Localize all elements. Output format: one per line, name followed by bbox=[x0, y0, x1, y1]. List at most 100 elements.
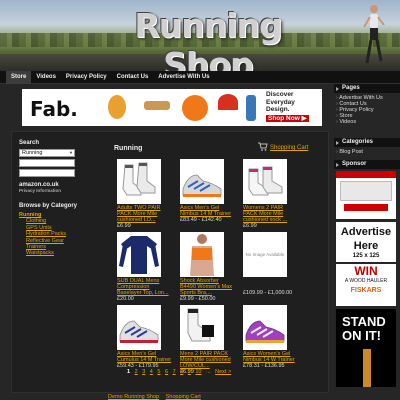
categories-heading-label: Categories bbox=[342, 139, 374, 145]
product-image[interactable] bbox=[180, 305, 224, 350]
product-card[interactable]: Shock Absorber B4490 Women's Max Sports … bbox=[180, 232, 236, 302]
page-link[interactable]: 9 bbox=[188, 369, 191, 375]
left-sidebar: Search Running amazon.co.uk Privacy Info… bbox=[19, 140, 99, 257]
product-card[interactable]: Asics Men's Gel Cumulus 14 M Trainer £59… bbox=[117, 305, 173, 369]
product-name[interactable]: Asics Women's Gel Nimbus 14 W Trainer bbox=[243, 351, 299, 363]
page-link[interactable]: 2 bbox=[135, 369, 138, 375]
page-link[interactable]: 1 bbox=[127, 369, 130, 375]
right-sidebar: Pages Advertise With Us Contact Us Priva… bbox=[334, 84, 400, 387]
sponsor-ad-1-screenshot bbox=[340, 181, 392, 201]
banner-brand-logo: Fab. bbox=[30, 97, 78, 121]
category-link-blog-post[interactable]: Blog Post bbox=[336, 149, 400, 155]
fiskars-sub-text: A WOOD HAULER bbox=[344, 278, 388, 284]
pages-widget-heading: Pages bbox=[334, 84, 400, 93]
search-input[interactable] bbox=[19, 159, 75, 167]
product-name[interactable]: Shock Absorber B4490 Women's Max Sports … bbox=[180, 278, 236, 296]
product-card[interactable]: Adults TWO PAIR PACK More Mile cushioned… bbox=[117, 159, 173, 229]
product-name[interactable]: Asics Men's Gel Cumulus 14 M Trainer bbox=[117, 351, 173, 363]
product-image[interactable] bbox=[117, 232, 161, 277]
page-link[interactable]: 10 bbox=[195, 369, 201, 375]
browse-heading: Browse by Category bbox=[19, 203, 78, 209]
product-image[interactable] bbox=[243, 305, 287, 350]
nav-videos[interactable]: Videos bbox=[31, 71, 61, 84]
product-name[interactable] bbox=[243, 278, 299, 290]
fiskars-logo: FISKARS bbox=[350, 287, 382, 294]
product-price: £109.99 - £1,000.00 bbox=[243, 290, 293, 296]
page-link[interactable]: 3 bbox=[142, 369, 145, 375]
shopping-cart-icon[interactable] bbox=[258, 142, 268, 151]
product-card[interactable]: SUB DUAL Mens Compression Baselayer Top,… bbox=[117, 232, 173, 302]
product-price: £9.99 - £50.00 bbox=[180, 296, 216, 302]
sponsor-ad-1[interactable] bbox=[336, 171, 396, 219]
product-name[interactable]: SUB DUAL Mens Compression Baselayer Top,… bbox=[117, 278, 173, 296]
nav-privacy-policy[interactable]: Privacy Policy bbox=[61, 71, 112, 84]
footer-home-link[interactable]: Demo Running Shop bbox=[108, 394, 159, 400]
page-link[interactable]: 8 bbox=[180, 369, 183, 375]
amazon-logo: amazon.co.uk Privacy Information bbox=[19, 182, 99, 194]
search-submit-field[interactable] bbox=[19, 169, 75, 177]
stand-on-it-ad[interactable]: STAND ON IT! bbox=[336, 309, 396, 387]
page-link[interactable]: 7 bbox=[173, 369, 176, 375]
product-card[interactable]: No Image Available £109.99 - £1,000.00 bbox=[243, 232, 299, 296]
product-card[interactable]: Womens 2 PAIR PACK More Mile cushioned s… bbox=[243, 159, 299, 229]
product-card[interactable]: Asics Women's Gel Nimbus 14 W Trainer £7… bbox=[243, 305, 299, 369]
fiskars-ad[interactable]: WIN A WOOD HAULER FISKARS bbox=[336, 264, 396, 306]
sponsor-heading-label: Sponsor bbox=[342, 161, 367, 167]
page-link[interactable]: 6 bbox=[165, 369, 168, 375]
product-image[interactable] bbox=[243, 159, 287, 204]
product-image[interactable] bbox=[117, 305, 161, 350]
nav-store[interactable]: Store bbox=[6, 70, 32, 84]
sponsor-widget-heading: Sponsor bbox=[334, 160, 400, 169]
advertise-here-ad[interactable]: Advertise Here 125 x 125 bbox=[336, 222, 396, 262]
search-category-select[interactable]: Running bbox=[19, 149, 75, 157]
shopping-cart-link[interactable]: Shopping Cart bbox=[270, 145, 308, 151]
footer: Demo Running Shop Shopping Cart bbox=[108, 394, 206, 400]
socks-image bbox=[248, 166, 283, 196]
product-image[interactable] bbox=[180, 232, 224, 277]
categories-widget-heading: Categories bbox=[334, 138, 400, 147]
page-link[interactable]: 4 bbox=[150, 369, 153, 375]
pagination: 1 2 3 4 5 6 7 8 9 10 ... Next > bbox=[127, 369, 234, 375]
page-link-videos[interactable]: Videos bbox=[336, 119, 400, 125]
banner-product-red-shade bbox=[218, 94, 238, 110]
page-link[interactable]: 5 bbox=[157, 369, 160, 375]
product-price: £6.99 bbox=[243, 223, 257, 229]
site-title[interactable]: Running Shop bbox=[88, 6, 328, 71]
top-banner-ad[interactable]: Fab. Discover Everyday Design. Shop Now … bbox=[22, 89, 322, 126]
site-header: Running Shop bbox=[0, 0, 400, 71]
bullet-icon bbox=[336, 86, 339, 91]
banner-product-stool bbox=[144, 101, 170, 110]
product-name[interactable]: Womens 2 PAIR PACK More Mile cushioned s… bbox=[243, 205, 299, 223]
search-heading: Search bbox=[19, 140, 40, 146]
banner-ad-line1: Discover bbox=[266, 91, 294, 98]
product-card[interactable]: Mens 2 PAIR PACK More Mile cushioned LOW… bbox=[180, 305, 236, 375]
banner-product-orange-bowl bbox=[182, 95, 208, 121]
banner-ad-line2: Everyday bbox=[266, 98, 295, 106]
amazon-privacy-link[interactable]: Privacy Information bbox=[19, 188, 99, 194]
next-page-link[interactable]: Next > bbox=[215, 369, 231, 375]
content-title: Running bbox=[114, 145, 143, 152]
advertise-size: 125 x 125 bbox=[352, 253, 380, 259]
product-image[interactable]: No Image Available bbox=[243, 232, 287, 277]
shoe-image bbox=[119, 320, 159, 343]
footer-cart-link[interactable]: Shopping Cart bbox=[166, 394, 201, 400]
product-price: £20.00 bbox=[117, 296, 134, 302]
nav-contact-us[interactable]: Contact Us bbox=[112, 71, 154, 84]
product-name[interactable]: Mens 2 PAIR PACK More Mile cushioned LOW… bbox=[180, 351, 236, 369]
stand-line2: ON IT! bbox=[342, 328, 381, 343]
sports-bra-image bbox=[190, 234, 214, 276]
pages-heading-label: Pages bbox=[342, 85, 360, 91]
banner-shop-now-button[interactable]: Shop Now ▶ bbox=[266, 114, 309, 122]
runner-image bbox=[363, 5, 385, 64]
nav-advertise[interactable]: Advertise With Us bbox=[153, 71, 214, 84]
product-name[interactable]: Adults TWO PAIR PACK More Mile cushioned… bbox=[117, 205, 173, 223]
product-image[interactable] bbox=[117, 159, 161, 204]
sponsor-ad-1-header bbox=[336, 171, 396, 178]
product-card[interactable]: Asics Men's Gel Nimbus 14 M Trainer £83.… bbox=[180, 159, 236, 223]
pages-widget: Advertise With Us Contact Us Privacy Pol… bbox=[334, 93, 400, 129]
product-image[interactable] bbox=[180, 159, 224, 204]
product-price: £83.49 - £142.40 bbox=[180, 217, 222, 223]
socks-image bbox=[122, 162, 156, 196]
category-waistpacks[interactable]: Waistpacks bbox=[19, 250, 99, 256]
product-name[interactable]: Asics Men's Gel Nimbus 14 M Trainer bbox=[180, 205, 236, 217]
